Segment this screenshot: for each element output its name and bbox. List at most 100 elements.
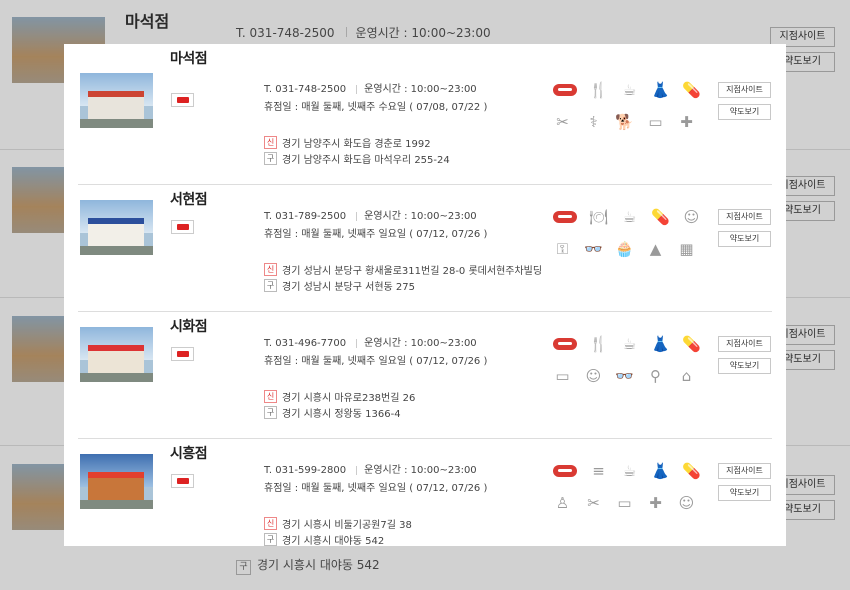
address-old-text: 경기 성남시 분당구 서현동 275 (282, 282, 416, 293)
old-address-badge: 구 (264, 279, 277, 292)
facility-icons: 🍽 ☕ 💊 ☺ (552, 207, 702, 227)
bandage-icon: ▭ (617, 493, 632, 512)
address-old-text: 경기 남양주시 화도읍 마석우리 255-24 (282, 155, 450, 166)
fashion-icon: 👗 (651, 334, 670, 353)
store-phone: T. 031-496-7700 (264, 338, 347, 349)
kids-icon: ☺ (683, 207, 700, 226)
key-icon: ⚿ (556, 239, 569, 258)
pharmacy-icon: 💊 (682, 461, 701, 480)
store-holiday: 휴점일 : 매월 둘째, 넷째주 일요일 ( 07/12, 07/26 ) (264, 229, 488, 240)
delivery-truck-icon (171, 347, 194, 361)
pharmacy-icon: 💊 (651, 207, 670, 226)
beauty-icon: ✂ (556, 112, 569, 131)
store-contact: T. 031-496-7700 운영시간 : 10:00~23:00 (264, 334, 477, 349)
photo-icon: ▲ (649, 239, 662, 258)
store-address-new: 신 경기 시흥시 비둘기공원7길 38 (264, 516, 412, 531)
laundry-icon: ⌂ (681, 366, 692, 385)
pharmacy-icon: 💊 (682, 80, 701, 99)
bottle-icon: ♙ (555, 493, 570, 512)
beauty-icon: ✂ (587, 493, 600, 512)
store-contact: T. 031-748-2500 운영시간 : 10:00~23:00 (264, 80, 477, 95)
glasses-icon: 👓 (584, 239, 603, 258)
store-hours: 운영시간 : 10:00~23:00 (364, 211, 477, 222)
store-map-button[interactable]: 약도보기 (718, 231, 771, 247)
facility-icons: ▭ ☺ 👓 ⚲ ⌂ (552, 366, 702, 386)
cafe-icon: ☕ (622, 334, 637, 353)
store-site-button[interactable]: 지점사이트 (718, 463, 771, 479)
address-old-text: 경기 시흥시 정왕동 1366-4 (282, 409, 401, 420)
store-photo (80, 454, 153, 509)
dining-icon: 🍽 (588, 207, 609, 226)
store-row: 서현점 T. 031-789-2500 운영시간 : 10:00~23:00 휴점… (78, 185, 772, 312)
delivery-truck-icon (171, 474, 194, 488)
store-address-new: 신 경기 성남시 분당구 황새울로311번길 28-0 롯데서현주차빌딩 (264, 262, 542, 277)
facility-icons: 🍴 ☕ 👗 💊 (552, 334, 702, 354)
store-name: 시화점 (170, 319, 208, 335)
store-name: 서현점 (170, 192, 208, 208)
address-new-text: 경기 남양주시 화도읍 경춘로 1992 (282, 139, 431, 150)
pharmacy-icon: 💊 (682, 334, 701, 353)
store-map-button[interactable]: 약도보기 (718, 358, 771, 374)
new-address-badge: 신 (264, 263, 277, 276)
facility-icons: 🍴 ☕ 👗 💊 (552, 80, 702, 100)
facility-icons: ✂ ⚕ 🐕 ▭ ✚ (552, 112, 702, 132)
store-hours: 운영시간 : 10:00~23:00 (364, 84, 477, 95)
store-contact: T. 031-789-2500 운영시간 : 10:00~23:00 (264, 207, 477, 222)
hospital-icon: ✚ (649, 493, 662, 512)
facility-icons: ≡ ☕ 👗 💊 (552, 461, 702, 481)
himart-logo (552, 207, 578, 227)
store-phone: T. 031-748-2500 (264, 84, 347, 95)
store-row: 시화점 T. 031-496-7700 운영시간 : 10:00~23:00 휴점… (78, 312, 772, 439)
store-map-button[interactable]: 약도보기 (718, 104, 771, 120)
delivery-truck-icon (171, 93, 194, 107)
store-holiday: 휴점일 : 매월 둘째, 넷째주 일요일 ( 07/12, 07/26 ) (264, 356, 488, 367)
new-address-badge: 신 (264, 517, 277, 530)
burger-icon: ≡ (592, 461, 605, 480)
clinic-icon: ⚕ (589, 112, 598, 131)
store-phone: T. 031-599-2800 (264, 465, 347, 476)
store-site-button[interactable]: 지점사이트 (718, 336, 771, 352)
cafe-icon: ☕ (622, 207, 637, 226)
glasses-icon: 👓 (615, 366, 634, 385)
bandage-icon: ▭ (648, 112, 663, 131)
store-address-old: 구 경기 남양주시 화도읍 마석우리 255-24 (264, 151, 450, 166)
new-address-badge: 신 (264, 390, 277, 403)
store-name: 시흥점 (170, 446, 208, 462)
store-holiday: 휴점일 : 매월 둘째, 넷째주 일요일 ( 07/12, 07/26 ) (264, 483, 488, 494)
address-new-text: 경기 시흥시 마유로238번길 26 (282, 393, 416, 404)
facility-icons: ♙ ✂ ▭ ✚ ☺ (552, 493, 702, 513)
new-address-badge: 신 (264, 136, 277, 149)
fashion-icon: 👗 (651, 461, 670, 480)
cafe-icon: ☕ (622, 461, 637, 480)
facility-icons: ⚿ 👓 🧁 ▲ ▦ (552, 239, 702, 259)
kids-icon: ☺ (585, 366, 602, 385)
store-site-button[interactable]: 지점사이트 (718, 82, 771, 98)
store-photo (80, 327, 153, 382)
himart-logo (552, 334, 578, 354)
store-phone: T. 031-789-2500 (264, 211, 347, 222)
cafe-icon: ☕ (622, 80, 637, 99)
old-address-badge: 구 (264, 533, 277, 546)
kids-icon: ☺ (678, 493, 695, 512)
store-address-new: 신 경기 남양주시 화도읍 경춘로 1992 (264, 135, 431, 150)
store-map-button[interactable]: 약도보기 (718, 485, 771, 501)
store-name: 마석점 (170, 51, 208, 67)
store-hours: 운영시간 : 10:00~23:00 (364, 465, 477, 476)
fashion-icon: 👗 (651, 80, 670, 99)
store-contact: T. 031-599-2800 운영시간 : 10:00~23:00 (264, 461, 477, 476)
store-address-old: 구 경기 성남시 분당구 서현동 275 (264, 278, 415, 293)
restaurant-icon: 🍴 (589, 334, 608, 353)
store-list-modal: 마석점 T. 031-748-2500 운영시간 : 10:00~23:00 휴점… (64, 44, 786, 546)
address-new-text: 경기 성남시 분당구 황새울로311번길 28-0 롯데서현주차빌딩 (282, 266, 543, 277)
store-hours: 운영시간 : 10:00~23:00 (364, 338, 477, 349)
address-old-text: 경기 시흥시 대야동 542 (282, 536, 385, 546)
store-photo (80, 200, 153, 255)
store-address-old: 구 경기 시흥시 대야동 542 (264, 532, 384, 546)
store-address-old: 구 경기 시흥시 정왕동 1366-4 (264, 405, 401, 420)
bandage-icon: ▭ (555, 366, 570, 385)
store-site-button[interactable]: 지점사이트 (718, 209, 771, 225)
store-address-new: 신 경기 시흥시 마유로238번길 26 (264, 389, 415, 404)
store-holiday: 휴점일 : 매월 둘째, 넷째주 수요일 ( 07/08, 07/22 ) (264, 102, 488, 113)
store-row: 시흥점 T. 031-599-2800 운영시간 : 10:00~23:00 휴점… (78, 439, 772, 546)
pet-icon: 🐕 (615, 112, 634, 131)
